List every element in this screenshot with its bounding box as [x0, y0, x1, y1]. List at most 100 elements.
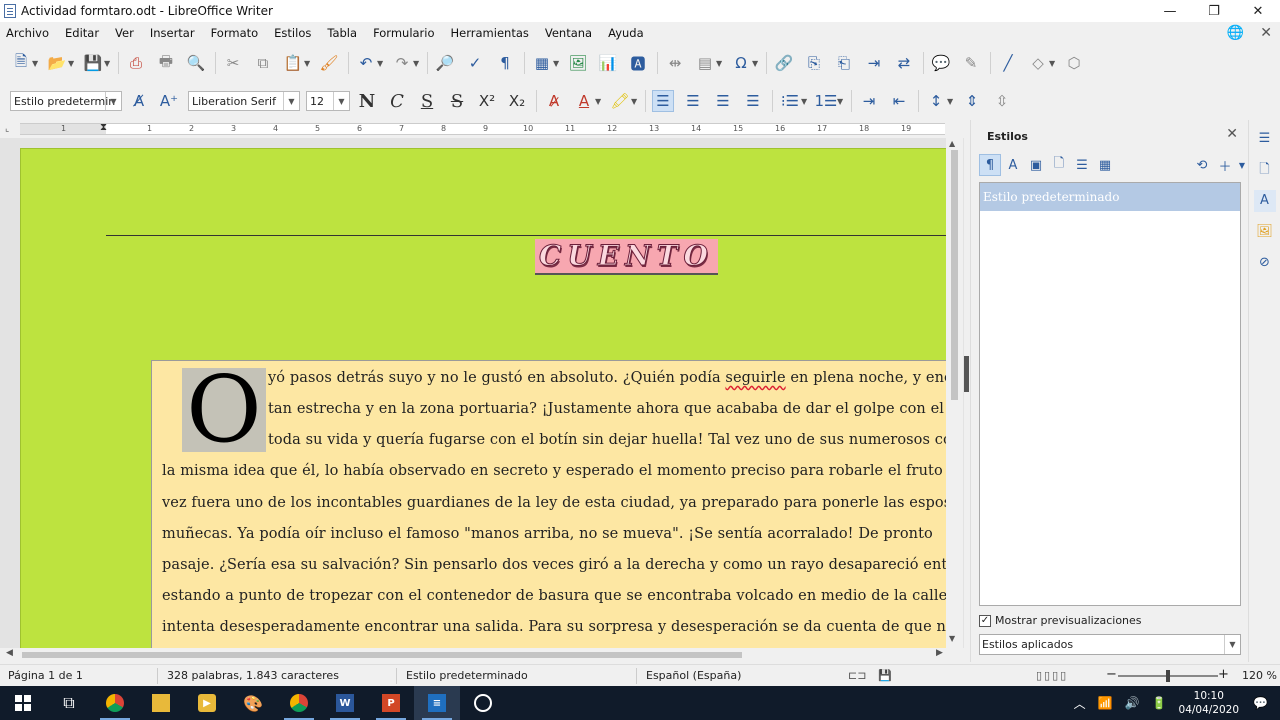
horizontal-ruler[interactable]: ⌞ 1 1 2 3 4 5 6 7 8 9 10 11 12 13 14 15 … — [0, 120, 965, 138]
sidebar-collapse-grip[interactable] — [964, 356, 969, 392]
highlight-color-icon[interactable]: 🖍 — [609, 90, 631, 112]
chevron-down-icon[interactable]: ▼ — [947, 97, 955, 106]
increase-indent-icon[interactable]: ⇥ — [858, 90, 880, 112]
menu-estilos[interactable]: Estilos — [274, 26, 311, 40]
numbered-list-icon[interactable]: 1☰ — [815, 90, 838, 112]
chrome-taskbar-icon[interactable] — [92, 686, 138, 720]
decrease-indent-icon[interactable]: ⇤ — [888, 90, 910, 112]
menu-ayuda[interactable]: Ayuda — [608, 26, 644, 40]
insert-field-icon[interactable]: ▤ — [694, 52, 716, 74]
character-styles-icon[interactable]: A — [1002, 154, 1024, 176]
menu-tabla[interactable]: Tabla — [327, 26, 357, 40]
chevron-down-icon[interactable]: ▼ — [68, 59, 76, 68]
align-left-icon[interactable]: ☰ — [652, 90, 674, 112]
scroll-left-icon[interactable]: ◀ — [6, 648, 13, 658]
menu-editar[interactable]: Editar — [65, 26, 99, 40]
chevron-down-icon[interactable]: ▼ — [595, 97, 603, 106]
chevron-down-icon[interactable]: ▼ — [1237, 154, 1247, 176]
insert-table-icon[interactable]: ▦ — [531, 52, 553, 74]
file-explorer-icon[interactable] — [138, 686, 184, 720]
undo-icon[interactable]: ↶ — [355, 52, 377, 74]
vertical-scrollbar[interactable]: ▲ ▼ — [946, 138, 963, 648]
paragraph-styles-icon[interactable]: ¶ — [979, 154, 1001, 176]
formatting-marks-icon[interactable]: ¶ — [494, 52, 516, 74]
gallery-deck-icon[interactable]: 🖼 — [1254, 221, 1276, 243]
chevron-down-icon[interactable]: ▼ — [32, 59, 40, 68]
chevron-down-icon[interactable]: ▼ — [553, 59, 561, 68]
chevron-down-icon[interactable]: ▼ — [1049, 59, 1057, 68]
open-folder-icon[interactable]: 📂 — [46, 52, 68, 74]
redo-icon[interactable]: ↷ — [391, 52, 413, 74]
decrease-paragraph-spacing-icon[interactable]: ⇳ — [991, 90, 1013, 112]
chevron-down-icon[interactable]: ▼ — [377, 59, 385, 68]
special-character-icon[interactable]: Ω — [730, 52, 752, 74]
underline-button[interactable]: S — [416, 90, 438, 112]
justify-icon[interactable]: ☰ — [742, 90, 764, 112]
bold-button[interactable]: N — [356, 90, 378, 112]
story-heading[interactable]: CUENTO — [535, 239, 718, 275]
story-text-frame[interactable]: O yó pasos detrás suyo y no le gustó en … — [151, 360, 950, 648]
new-document-icon[interactable]: 🗎 — [10, 52, 32, 74]
horizontal-scroll-thumb[interactable] — [22, 652, 742, 658]
bullet-list-icon[interactable]: ⁝☰ — [779, 90, 801, 112]
chevron-down-icon[interactable]: ▼ — [413, 59, 421, 68]
menu-insertar[interactable]: Insertar — [150, 26, 195, 40]
track-changes-icon[interactable]: ✎ — [960, 52, 982, 74]
page-styles-icon[interactable]: 🗋 — [1048, 154, 1070, 176]
draw-functions-icon[interactable]: ⬡ — [1063, 52, 1085, 74]
chevron-down-icon[interactable]: ▼ — [801, 97, 809, 106]
word-taskbar-icon[interactable]: W — [322, 686, 368, 720]
sidebar-settings-icon[interactable]: ☰ — [1254, 128, 1276, 150]
new-style-menu-icon[interactable]: ＋ — [1214, 154, 1236, 176]
volume-icon[interactable]: 🔊 — [1125, 696, 1140, 710]
zoom-in-icon[interactable]: + — [1218, 667, 1229, 682]
chevron-down-icon[interactable]: ▼ — [333, 92, 349, 110]
update-style-icon[interactable]: A̸ — [128, 90, 150, 112]
horizontal-scrollbar[interactable]: ◀ ▶ — [0, 648, 965, 662]
font-name-combo[interactable]: Liberation Serif ▼ — [188, 91, 300, 111]
spelling-icon[interactable]: ✓ — [464, 52, 486, 74]
battery-icon[interactable]: 🔋 — [1152, 696, 1167, 710]
strikethrough-button[interactable]: S — [446, 90, 468, 112]
start-button[interactable] — [0, 686, 46, 720]
font-color-icon[interactable]: A — [573, 90, 595, 112]
chevron-down-icon[interactable]: ▼ — [1224, 635, 1240, 654]
endnote-icon[interactable]: ⎗ — [833, 52, 855, 74]
italic-button[interactable]: C — [386, 90, 408, 112]
show-previews-checkbox[interactable]: ✓ Mostrar previsualizaciones — [979, 614, 1142, 627]
style-list[interactable]: Estilo predeterminado — [979, 182, 1241, 606]
paint-icon[interactable]: 🎨 — [230, 686, 276, 720]
hyperlink-icon[interactable]: 🔗 — [773, 52, 795, 74]
clone-formatting-icon[interactable]: 🖌 — [318, 52, 340, 74]
menu-ver[interactable]: Ver — [115, 26, 134, 40]
cross-reference-icon[interactable]: ⇄ — [893, 52, 915, 74]
export-pdf-icon[interactable]: ⎙ — [125, 52, 147, 74]
zoom-slider-knob[interactable] — [1166, 670, 1170, 682]
styles-deck-icon[interactable]: A — [1253, 190, 1276, 212]
chrome-taskbar-icon-2[interactable] — [276, 686, 322, 720]
checkbox-checked-icon[interactable]: ✓ — [979, 614, 991, 627]
paste-icon[interactable]: 📋 — [282, 52, 304, 74]
zoom-out-icon[interactable]: − — [1106, 667, 1117, 682]
chevron-down-icon[interactable]: ▼ — [104, 59, 112, 68]
list-styles-icon[interactable]: ☰ — [1071, 154, 1093, 176]
menu-archivo[interactable]: Archivo — [6, 26, 49, 40]
cut-icon[interactable]: ✂ — [222, 52, 244, 74]
maximize-button[interactable]: ❐ — [1192, 0, 1236, 22]
print-icon[interactable]: 🖶 — [155, 52, 177, 74]
media-player-icon[interactable]: ▶ — [184, 686, 230, 720]
page-deck-icon[interactable]: 🗋 — [1254, 159, 1276, 181]
insert-image-icon[interactable]: 🖼 — [567, 52, 589, 74]
line-spacing-icon[interactable]: ↕ — [925, 90, 947, 112]
clock[interactable]: 10:10 04/04/2020 — [1179, 689, 1240, 717]
print-preview-icon[interactable]: 🔍 — [185, 52, 207, 74]
menu-formato[interactable]: Formato — [211, 26, 259, 40]
bookmark-icon[interactable]: ⇥ — [863, 52, 885, 74]
comment-icon[interactable]: 💬 — [930, 52, 952, 74]
superscript-icon[interactable]: X² — [476, 90, 498, 112]
subscript-icon[interactable]: X₂ — [506, 90, 528, 112]
align-center-icon[interactable]: ☰ — [682, 90, 704, 112]
frame-styles-icon[interactable]: ▣ — [1025, 154, 1047, 176]
footnote-icon[interactable]: ⎘ — [803, 52, 825, 74]
page-style[interactable]: Estilo predeterminado — [406, 669, 528, 682]
